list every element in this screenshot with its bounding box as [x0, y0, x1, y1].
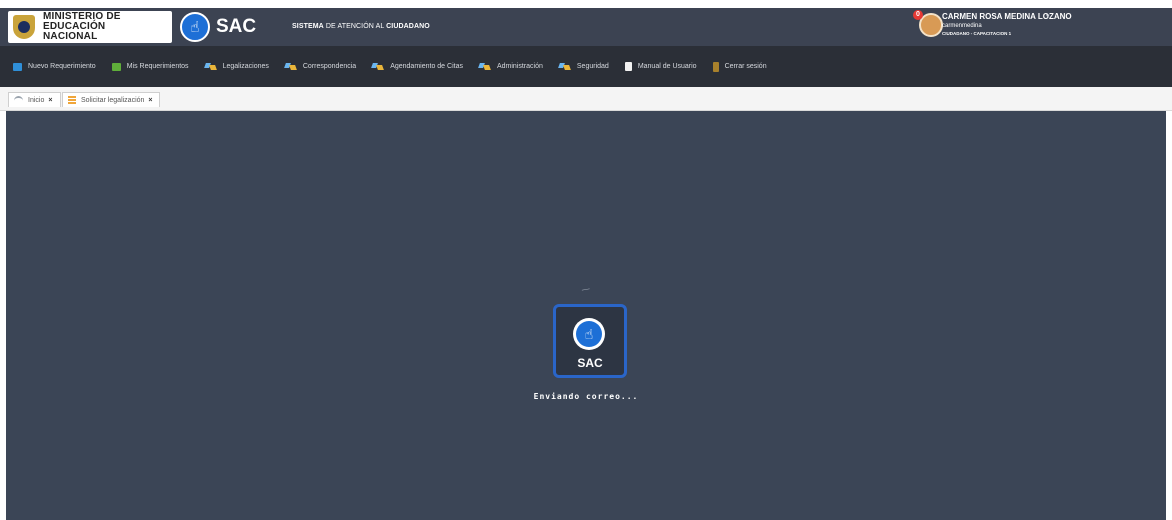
- user-login: carmenmedina: [942, 23, 982, 29]
- menu-item-label: Nuevo Requerimiento: [28, 63, 96, 70]
- system-title-prefix: SISTEMA: [292, 23, 324, 30]
- menu-item-seguridad[interactable]: Seguridad: [559, 62, 609, 71]
- menu-item-label: Administración: [496, 63, 543, 70]
- menu-item-label: Correspondencia: [302, 63, 357, 70]
- system-title-suffix: CIUDADANO: [386, 23, 430, 30]
- sac-logo: ☝ SAC: [180, 11, 256, 43]
- tab-bar: Inicio × Solicitar legalización ×: [0, 87, 1172, 111]
- main-menu-bar: Nuevo Requerimiento Mis Requerimientos L…: [0, 46, 1172, 87]
- arrow-icon: [205, 62, 217, 71]
- spinner-icon: ⟋: [580, 284, 591, 296]
- menu-item-label: Manual de Usuario: [637, 63, 697, 70]
- tab-label: Inicio: [28, 96, 45, 104]
- menu-item-label: Mis Requerimientos: [126, 63, 189, 70]
- loading-message: Enviando correo...: [533, 392, 639, 401]
- menu-item-nuevo-requerimiento[interactable]: Nuevo Requerimiento: [13, 62, 96, 71]
- user-role: CIUDADANO - CAPACITACION 1: [942, 31, 1012, 36]
- menu-item-label: Agendamiento de Citas: [390, 63, 463, 70]
- sac-logo-text: SAC: [216, 16, 257, 37]
- top-header: MINISTERIO DE EDUCACIÓN NACIONAL ☝ SAC S…: [0, 8, 1172, 46]
- arrow-icon: [559, 62, 571, 71]
- sac-hand-icon: ☝: [576, 321, 602, 347]
- system-title-middle: DE ATENCIÓN AL: [323, 23, 387, 30]
- document-icon: [624, 62, 632, 71]
- menu-item-agendamiento-de-citas[interactable]: Agendamiento de Citas: [372, 62, 463, 71]
- ministry-name-line1: MINISTERIO DE EDUCACIÓN: [43, 11, 121, 32]
- arrow-icon: [479, 62, 491, 71]
- menu-item-administracion[interactable]: Administración: [479, 62, 543, 71]
- notification-badge[interactable]: 0: [913, 10, 923, 20]
- sac-hand-icon: ☝: [180, 12, 210, 42]
- loading-overlay: ⟋ ☝ SAC Enviando correo...: [6, 111, 1166, 520]
- user-name[interactable]: CARMEN ROSA MEDINA LOZANO: [942, 12, 1072, 21]
- menu-item-manual-de-usuario[interactable]: Manual de Usuario: [624, 62, 697, 71]
- tab-solicitar-legalizacion[interactable]: Solicitar legalización ×: [62, 92, 160, 107]
- close-icon[interactable]: ×: [48, 97, 52, 104]
- system-title: SISTEMA DE ATENCIÓN AL CIUDADANO: [292, 23, 430, 30]
- tab-label: Solicitar legalización: [81, 96, 145, 104]
- home-icon: [14, 96, 23, 104]
- loader-logo: ☝ SAC: [553, 304, 627, 378]
- coat-of-arms-icon: [13, 15, 35, 39]
- menu-item-correspondencia[interactable]: Correspondencia: [285, 62, 356, 71]
- arrow-icon: [372, 62, 384, 71]
- loader-logo-circle: ☝: [573, 318, 605, 350]
- arrow-icon: [285, 62, 297, 71]
- book-icon: [13, 62, 22, 71]
- ministry-name-line2: NACIONAL: [43, 31, 98, 42]
- form-icon: [68, 96, 76, 104]
- menu-item-mis-requerimientos[interactable]: Mis Requerimientos: [111, 62, 189, 71]
- menu-item-label: Seguridad: [576, 63, 609, 70]
- menu-item-legalizaciones[interactable]: Legalizaciones: [205, 62, 269, 71]
- tab-inicio[interactable]: Inicio ×: [8, 92, 61, 107]
- menu-item-label: Legalizaciones: [222, 63, 269, 70]
- close-icon[interactable]: ×: [148, 97, 152, 104]
- chevron-down-icon[interactable]: ▾: [1046, 12, 1050, 20]
- main-menu: Nuevo Requerimiento Mis Requerimientos L…: [0, 46, 1172, 87]
- menu-item-cerrar-sesion[interactable]: Cerrar sesión: [712, 61, 767, 72]
- ministry-logo: MINISTERIO DE EDUCACIÓN NACIONAL: [8, 11, 172, 43]
- list-icon: [111, 62, 121, 71]
- loader-logo-text: SAC: [577, 356, 603, 370]
- ministry-name: MINISTERIO DE EDUCACIÓN NACIONAL: [43, 12, 172, 42]
- door-icon: [712, 61, 719, 72]
- menu-item-label: Cerrar sesión: [724, 63, 767, 70]
